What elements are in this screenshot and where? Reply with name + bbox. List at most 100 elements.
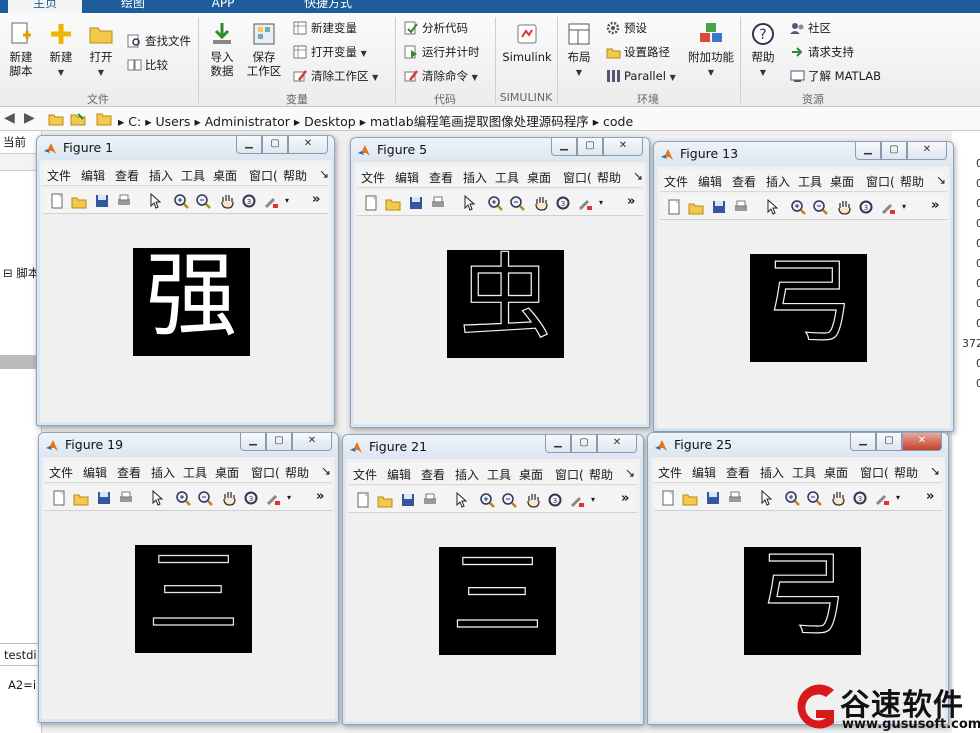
print-icon[interactable] (430, 195, 446, 211)
brush-dropdown-icon[interactable]: ▾ (285, 193, 293, 209)
figure-menu-item[interactable]: 桌面 (527, 169, 551, 186)
image-axes[interactable]: 弓 (750, 254, 867, 362)
new-figure-icon[interactable] (660, 490, 676, 506)
figure-canvas[interactable]: 强 (43, 215, 328, 419)
figure-menu-item[interactable]: 文件 (353, 466, 377, 483)
zoom-in-icon[interactable] (173, 193, 189, 209)
figure-menu-item[interactable]: 文件 (49, 464, 73, 481)
new-script-button[interactable]: 新建 脚本 (4, 21, 38, 78)
figure-menu-item[interactable]: 文件 (361, 169, 385, 186)
find-files-button[interactable]: 查找文件 (127, 33, 191, 49)
tab-plots[interactable]: 绘图 (100, 0, 166, 13)
close-button[interactable]: ✕ (288, 136, 328, 154)
addons-button[interactable]: 附加功能 ▼ (688, 21, 734, 80)
figure-menu-item[interactable]: 窗口( (555, 466, 584, 483)
figure-menu-item[interactable]: ↘ (625, 466, 635, 480)
brush-icon[interactable] (874, 490, 890, 506)
set-path-button[interactable]: 设置路径 (606, 44, 670, 60)
figure-menu-item[interactable]: ↘ (633, 169, 643, 183)
rotate-icon[interactable]: 3 (555, 195, 571, 211)
close-button[interactable]: ✕ (292, 433, 332, 451)
toolbar-overflow-icon[interactable]: » (316, 490, 328, 506)
minimize-button[interactable]: ▁ (855, 142, 881, 160)
brush-dropdown-icon[interactable]: ▾ (599, 195, 607, 211)
new-figure-icon[interactable] (51, 490, 67, 506)
clear-workspace-button[interactable]: 清除工作区 ▼ (293, 68, 378, 86)
print-icon[interactable] (118, 490, 134, 506)
browse-folder-icon[interactable] (70, 111, 86, 126)
parallel-button[interactable]: Parallel ▼ (606, 68, 676, 86)
new-figure-icon[interactable] (49, 193, 65, 209)
figure-menu-item[interactable]: 桌面 (213, 167, 237, 184)
figure-menu-item[interactable]: 插入 (455, 466, 479, 483)
print-icon[interactable] (422, 492, 438, 508)
pointer-icon[interactable] (149, 489, 165, 506)
open-file-icon[interactable] (71, 193, 87, 209)
figure-menu-item[interactable]: 窗口( (860, 464, 889, 481)
figure-menu-item[interactable]: 编辑 (83, 464, 107, 481)
save-icon[interactable] (711, 199, 727, 215)
pointer-icon[interactable] (758, 489, 774, 506)
figure-menu-item[interactable]: 插入 (149, 167, 173, 184)
preferences-button[interactable]: 预设 (606, 20, 647, 36)
save-icon[interactable] (408, 195, 424, 211)
pan-hand-icon[interactable] (836, 199, 852, 215)
brush-icon[interactable] (265, 490, 281, 506)
figure-menu-item[interactable]: 编辑 (698, 173, 722, 190)
parallel-dropdown-icon[interactable]: ▼ (670, 73, 676, 82)
figure-canvas[interactable]: 三 (349, 514, 637, 718)
brush-dropdown-icon[interactable]: ▾ (896, 490, 904, 506)
figure-menu-item[interactable]: ↘ (936, 173, 946, 187)
figure-title-bar[interactable]: Figure 13 ▁ ▢ ✕ (654, 142, 953, 166)
figure-window[interactable]: Figure 5 ▁ ▢ ✕ 文件 编辑 查看 插入 工具 桌面 窗口(帮助 ↘ 3 ▾ » 虫 (350, 137, 650, 428)
figure-title-bar[interactable]: Figure 25 ▁ ▢ ✕ (648, 433, 948, 457)
request-support-button[interactable]: 请求支持 (790, 44, 854, 60)
scripts-node[interactable]: ⊟ 脚本 (3, 265, 39, 281)
figure-menu-item[interactable]: 窗口( (563, 169, 592, 186)
figure-menu-item[interactable]: 工具 (181, 167, 205, 184)
print-icon[interactable] (727, 490, 743, 506)
figure-menu-item[interactable]: ↘ (321, 464, 331, 478)
zoom-out-icon[interactable] (197, 490, 213, 506)
toolbar-overflow-icon[interactable]: » (926, 490, 938, 506)
print-icon[interactable] (733, 199, 749, 215)
zoom-out-icon[interactable] (195, 193, 211, 209)
figure-menu-item[interactable]: 查看 (726, 464, 750, 481)
figure-menu-item[interactable]: 帮助 (283, 167, 307, 184)
figure-menu-item[interactable]: ↘ (930, 464, 940, 478)
figure-menu-item[interactable]: 编辑 (81, 167, 105, 184)
figure-menu-item[interactable]: ↘ (319, 167, 329, 181)
save-workspace-button[interactable]: 保存 工作区 (245, 21, 283, 78)
run-and-time-button[interactable]: 运行并计时 (404, 44, 480, 60)
breadcrumb-segment[interactable]: Users (155, 114, 190, 129)
pointer-icon[interactable] (461, 194, 477, 211)
pointer-icon[interactable] (453, 491, 469, 508)
image-axes[interactable]: 弓 (744, 547, 861, 655)
help-button[interactable]: ? 帮助 ▼ (746, 21, 780, 80)
brush-dropdown-icon[interactable]: ▾ (287, 490, 295, 506)
figure-menu-item[interactable]: 编辑 (692, 464, 716, 481)
rotate-icon[interactable]: 3 (243, 490, 259, 506)
zoom-out-icon[interactable] (501, 492, 517, 508)
figure-menu-item[interactable]: 查看 (115, 167, 139, 184)
clear-workspace-dropdown-icon[interactable]: ▼ (372, 73, 378, 82)
brush-icon[interactable] (880, 199, 896, 215)
save-icon[interactable] (96, 490, 112, 506)
analyze-code-button[interactable]: 分析代码 (404, 20, 468, 36)
figure-menu-item[interactable]: 桌面 (824, 464, 848, 481)
new-figure-icon[interactable] (666, 199, 682, 215)
brush-icon[interactable] (263, 193, 279, 209)
back-arrow-icon[interactable]: ◀ (4, 110, 15, 126)
layout-button[interactable]: 布局 ▼ (562, 21, 596, 80)
figure-menu-item[interactable]: 帮助 (894, 464, 918, 481)
save-icon[interactable] (94, 193, 110, 209)
minimize-button[interactable]: ▁ (240, 433, 266, 451)
forward-arrow-icon[interactable]: ▶ (24, 110, 35, 126)
tab-shortcuts[interactable]: 快捷方式 (285, 0, 371, 13)
toolbar-overflow-icon[interactable]: » (621, 492, 633, 508)
figure-menu-item[interactable]: 工具 (495, 169, 519, 186)
figure-canvas[interactable]: 虫 (357, 217, 643, 421)
close-button[interactable]: ✕ (597, 435, 637, 453)
layout-dropdown-icon[interactable]: ▼ (576, 68, 582, 77)
print-icon[interactable] (116, 193, 132, 209)
